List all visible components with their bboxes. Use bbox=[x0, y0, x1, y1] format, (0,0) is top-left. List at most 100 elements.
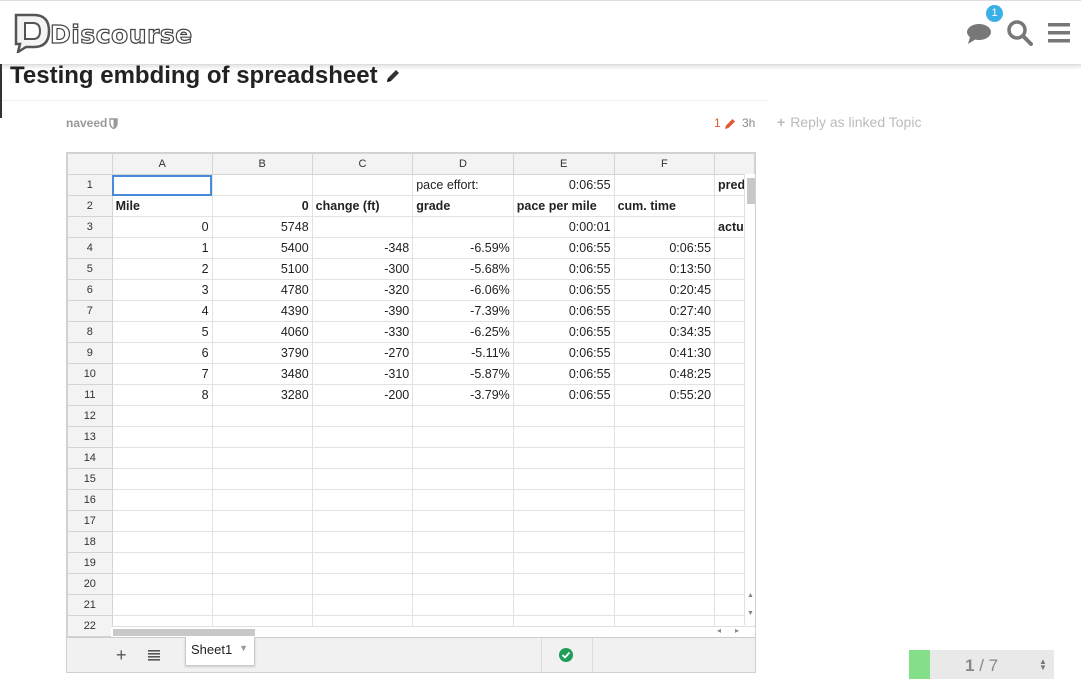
table-cell[interactable]: -310 bbox=[311, 363, 414, 385]
chat-bubble-icon[interactable] bbox=[965, 19, 993, 47]
table-cell[interactable]: -390 bbox=[311, 300, 414, 322]
table-cell[interactable] bbox=[512, 552, 615, 574]
table-cell[interactable] bbox=[412, 531, 514, 553]
table-cell[interactable]: -6.59% bbox=[412, 237, 514, 259]
table-cell[interactable] bbox=[613, 594, 716, 616]
table-cell[interactable] bbox=[613, 552, 716, 574]
table-cell[interactable] bbox=[512, 447, 615, 469]
table-cell[interactable] bbox=[211, 573, 313, 595]
table-cell[interactable] bbox=[211, 174, 313, 196]
reply-as-linked-topic-button[interactable]: + Reply as linked Topic bbox=[777, 114, 921, 130]
table-cell[interactable] bbox=[111, 489, 213, 511]
table-cell[interactable] bbox=[311, 510, 414, 532]
table-cell[interactable] bbox=[512, 489, 615, 511]
table-cell[interactable]: 0:06:55 bbox=[512, 258, 615, 280]
table-cell[interactable] bbox=[512, 510, 615, 532]
post-age[interactable]: 3h bbox=[742, 116, 755, 130]
select-all-corner[interactable] bbox=[67, 153, 113, 175]
edit-history[interactable]: 1 bbox=[714, 116, 737, 130]
column-header[interactable]: F bbox=[613, 153, 716, 175]
table-cell[interactable] bbox=[311, 489, 414, 511]
table-cell[interactable] bbox=[412, 468, 514, 490]
post-author[interactable]: naveed bbox=[66, 116, 119, 130]
table-cell[interactable] bbox=[311, 426, 414, 448]
row-header[interactable]: 1 bbox=[67, 174, 113, 196]
row-header[interactable]: 10 bbox=[67, 363, 113, 385]
table-cell[interactable]: -6.25% bbox=[412, 321, 514, 343]
search-icon[interactable] bbox=[1006, 19, 1034, 47]
topic-progress[interactable]: 1 / 7 ▲ ▼ bbox=[909, 650, 1054, 679]
horizontal-scroll-thumb[interactable] bbox=[113, 629, 255, 636]
table-cell[interactable]: 3280 bbox=[211, 384, 313, 406]
table-cell[interactable] bbox=[211, 489, 313, 511]
table-cell[interactable]: 8 bbox=[111, 384, 213, 406]
table-cell[interactable]: 4 bbox=[111, 300, 213, 322]
table-cell[interactable] bbox=[311, 174, 414, 196]
sheet-tab-dropdown-icon[interactable]: ▼ bbox=[239, 643, 248, 653]
table-cell[interactable] bbox=[613, 489, 716, 511]
table-cell[interactable] bbox=[111, 447, 213, 469]
table-cell[interactable] bbox=[613, 468, 716, 490]
row-header[interactable]: 13 bbox=[67, 426, 113, 448]
table-cell[interactable]: 0:06:55 bbox=[613, 237, 716, 259]
table-cell[interactable] bbox=[311, 216, 414, 238]
table-cell[interactable] bbox=[512, 426, 615, 448]
table-cell[interactable]: 2 bbox=[111, 258, 213, 280]
sheet-tab[interactable]: Sheet1 ▼ bbox=[185, 637, 255, 666]
table-cell[interactable]: 0:06:55 bbox=[512, 300, 615, 322]
table-cell[interactable] bbox=[512, 594, 615, 616]
table-cell[interactable] bbox=[412, 552, 514, 574]
row-header[interactable]: 22 bbox=[67, 615, 113, 637]
table-cell[interactable]: 0:48:25 bbox=[613, 363, 716, 385]
table-cell[interactable]: -6.06% bbox=[412, 279, 514, 301]
table-cell[interactable] bbox=[211, 426, 313, 448]
column-header[interactable] bbox=[714, 153, 755, 175]
scroll-right-arrow-icon[interactable]: ▸ bbox=[735, 626, 739, 635]
table-cell[interactable]: -5.11% bbox=[412, 342, 514, 364]
table-cell[interactable] bbox=[412, 426, 514, 448]
table-cell[interactable]: 3480 bbox=[211, 363, 313, 385]
scroll-left-arrow-icon[interactable]: ◂ bbox=[717, 626, 721, 635]
table-cell[interactable]: 1 bbox=[111, 237, 213, 259]
table-cell[interactable]: 0:27:40 bbox=[613, 300, 716, 322]
table-cell[interactable]: 5748 bbox=[211, 216, 313, 238]
table-cell[interactable] bbox=[613, 531, 716, 553]
table-cell[interactable] bbox=[412, 447, 514, 469]
table-cell[interactable]: 0:00:01 bbox=[512, 216, 615, 238]
table-cell[interactable]: -200 bbox=[311, 384, 414, 406]
row-header[interactable]: 15 bbox=[67, 468, 113, 490]
hamburger-menu-icon[interactable] bbox=[1046, 19, 1074, 47]
vertical-scrollbar[interactable]: ▲ ▼ bbox=[744, 174, 755, 625]
table-cell[interactable]: 0:06:55 bbox=[512, 237, 615, 259]
spreadsheet-grid[interactable]: A B C D E F 1 pace effort: 0:06:55 pred 2 Mil… bbox=[67, 153, 755, 637]
table-cell[interactable]: -3.79% bbox=[412, 384, 514, 406]
column-header[interactable]: C bbox=[311, 153, 414, 175]
table-cell[interactable] bbox=[512, 573, 615, 595]
table-cell[interactable]: 0:06:55 bbox=[512, 384, 615, 406]
table-cell[interactable] bbox=[613, 510, 716, 532]
table-cell[interactable] bbox=[111, 174, 213, 196]
table-cell[interactable] bbox=[311, 573, 414, 595]
table-cell[interactable]: 0:34:35 bbox=[613, 321, 716, 343]
table-cell[interactable] bbox=[412, 594, 514, 616]
table-cell[interactable]: 0 bbox=[111, 216, 213, 238]
table-cell[interactable]: -330 bbox=[311, 321, 414, 343]
row-header[interactable]: 3 bbox=[67, 216, 113, 238]
table-cell[interactable]: 0:20:45 bbox=[613, 279, 716, 301]
table-cell[interactable]: 5400 bbox=[211, 237, 313, 259]
table-cell[interactable]: 7 bbox=[111, 363, 213, 385]
row-header[interactable]: 5 bbox=[67, 258, 113, 280]
table-cell[interactable] bbox=[613, 426, 716, 448]
table-cell[interactable]: 0:06:55 bbox=[512, 321, 615, 343]
table-cell[interactable] bbox=[512, 405, 615, 427]
table-cell[interactable] bbox=[512, 468, 615, 490]
table-cell[interactable] bbox=[311, 531, 414, 553]
table-cell[interactable] bbox=[311, 468, 414, 490]
table-cell[interactable]: -348 bbox=[311, 237, 414, 259]
row-header[interactable]: 2 bbox=[67, 195, 113, 217]
row-header[interactable]: 20 bbox=[67, 573, 113, 595]
table-cell[interactable]: pace effort: bbox=[412, 174, 514, 196]
column-header[interactable]: B bbox=[211, 153, 313, 175]
scroll-down-arrow-icon[interactable]: ▼ bbox=[747, 610, 754, 617]
table-cell[interactable]: 0:06:55 bbox=[512, 342, 615, 364]
